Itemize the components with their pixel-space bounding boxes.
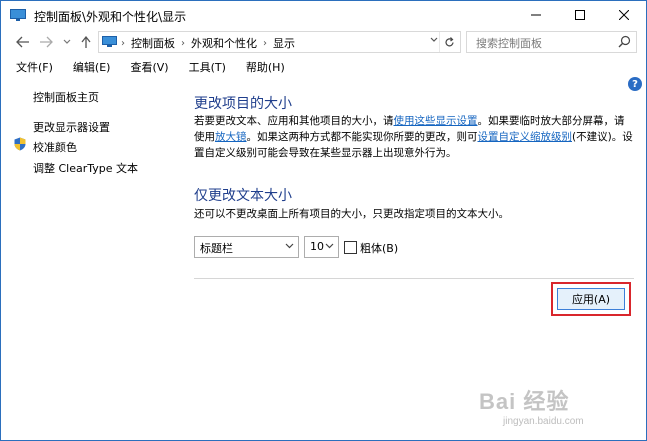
refresh-icon [444,36,454,46]
close-icon [619,10,629,20]
control-panel-window: 控制面板\外观和个性化\显示 › 控制面板 › 外观和个性化 › 显示 搜索控制… [0,0,647,441]
maximize-icon [575,10,585,20]
refresh-button[interactable] [439,32,458,52]
watermark-url: jingyan.baidu.com [503,416,584,427]
watermark-logo: Bai 经验 [479,389,570,414]
custom-scaling-link[interactable]: 设置自定义缩放级别 [478,131,573,143]
minimize-icon [531,14,541,16]
navigation-bar: › 控制面板 › 外观和个性化 › 显示 搜索控制面板 [1,31,646,53]
baidu-jingyan-watermark: Bai 经验 jingyan.baidu.com [475,384,645,440]
forward-button[interactable] [38,32,54,52]
breadcrumb: › 控制面板 › 外观和个性化 › 显示 [121,35,295,51]
sidebar-item-calibrate-color[interactable]: 校准颜色 [33,139,77,155]
section-heading-change-item-size: 更改项目的大小 [194,96,292,112]
divider [194,278,634,279]
breadcrumb-item-appearance[interactable]: 外观和个性化 [191,35,257,51]
breadcrumb-separator-icon: › [121,37,125,49]
breadcrumb-separator-icon[interactable]: › [263,38,267,49]
arrow-up-icon [81,36,91,48]
search-placeholder: 搜索控制面板 [476,37,542,50]
description-text: 。如果这两种方式都不能实现你所要的更改，则可 [246,131,478,143]
section-heading-change-text-size: 仅更改文本大小 [194,188,292,204]
control-panel-icon [102,36,117,47]
arrow-left-icon [16,36,29,48]
breadcrumb-item-display[interactable]: 显示 [273,35,295,51]
arrow-right-icon [40,36,53,48]
menu-tools[interactable]: 工具(T) [179,56,236,76]
apply-button[interactable]: 应用(A) [557,288,625,310]
bold-checkbox[interactable] [344,241,357,254]
shield-icon [14,137,26,151]
menu-file[interactable]: 文件(F) [8,56,63,76]
address-dropdown-button[interactable] [430,35,438,46]
bold-checkbox-label[interactable]: 粗体(B) [360,240,398,256]
menu-view[interactable]: 查看(V) [120,56,178,76]
sidebar-item-change-display-settings[interactable]: 更改显示器设置 [33,119,110,135]
window-title: 控制面板\外观和个性化\显示 [34,10,187,24]
help-icon[interactable]: ? [628,77,642,91]
item-select-value: 标题栏 [200,242,233,255]
address-bar[interactable]: › 控制面板 › 外观和个性化 › 显示 [98,31,461,53]
chevron-down-icon [63,39,71,44]
display-settings-link[interactable]: 使用这些显示设置 [394,115,478,127]
chevron-down-icon [430,37,438,42]
sidebar-item-adjust-cleartype[interactable]: 调整 ClearType 文本 [33,160,138,176]
description-text: 若要更改文本、应用和其他项目的大小，请 [194,115,394,127]
search-icon[interactable] [618,35,631,48]
breadcrumb-separator-icon[interactable]: › [181,38,185,49]
section-description-change-text-size: 还可以不更改桌面上所有项目的大小，只更改指定项目的文本大小。 [194,208,509,220]
recent-locations-button[interactable] [61,32,73,52]
maximize-button[interactable] [558,1,602,29]
menu-edit[interactable]: 编辑(E) [63,56,121,76]
search-input[interactable]: 搜索控制面板 [466,31,637,53]
close-button[interactable] [602,1,646,29]
breadcrumb-item-control-panel[interactable]: 控制面板 [131,35,175,51]
title-bar: 控制面板\外观和个性化\显示 [1,1,646,31]
menu-bar: 文件(F) 编辑(E) 查看(V) 工具(T) 帮助(H) [1,56,646,76]
chevron-down-icon [325,243,334,249]
sidebar-item-control-panel-home[interactable]: 控制面板主页 [33,89,99,105]
size-select-value: 10 [310,240,324,253]
monitor-icon [10,9,26,21]
chevron-down-icon [285,243,294,249]
section-description-change-item-size: 若要更改文本、应用和其他项目的大小，请使用这些显示设置。如果要临时放大部分屏幕，… [194,113,634,161]
menu-help[interactable]: 帮助(H) [236,56,295,76]
back-button[interactable] [15,32,31,52]
up-button[interactable] [79,32,93,52]
item-select[interactable]: 标题栏 [194,236,299,258]
magnifier-link[interactable]: 放大镜 [215,131,247,143]
minimize-button[interactable] [514,1,558,29]
size-select[interactable]: 10 [304,236,339,258]
